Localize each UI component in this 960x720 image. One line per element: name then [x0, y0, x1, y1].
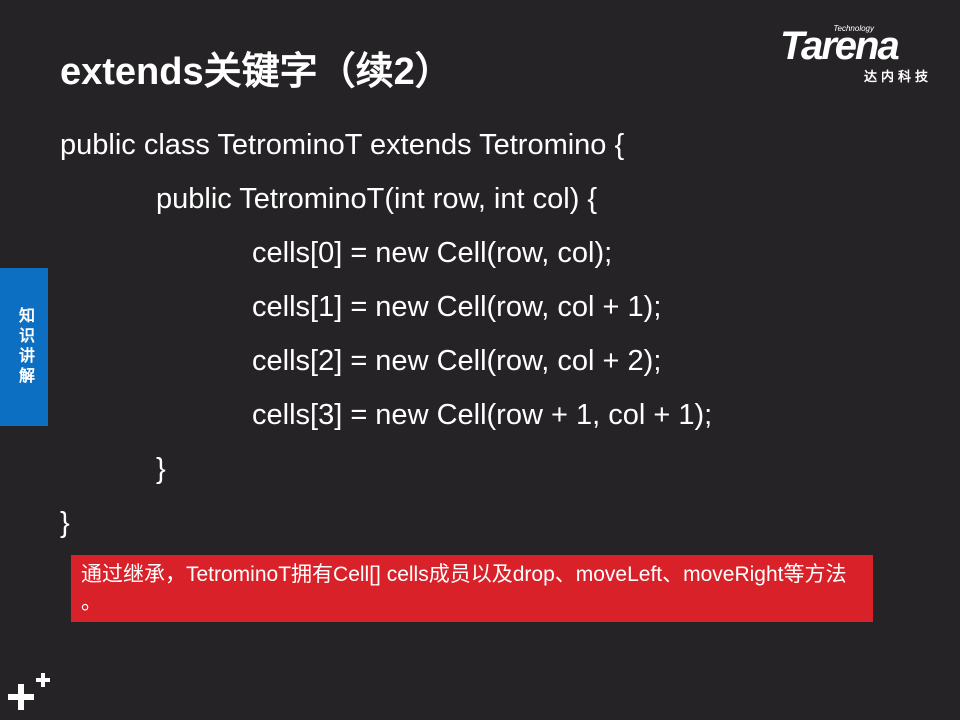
code-line: }: [156, 453, 166, 485]
logo-brand: Tarena: [780, 24, 900, 68]
code-line: cells[1] = new Cell(row, col + 1);: [252, 291, 662, 323]
side-tab-label: 知识讲解: [16, 307, 33, 387]
slide-title: extends关键字（续2）: [60, 51, 453, 93]
code-block: public class TetrominoT extends Tetromin…: [60, 118, 712, 550]
code-line: }: [60, 507, 70, 539]
logo-subtitle: 达内科技: [864, 69, 933, 84]
code-line: cells[2] = new Cell(row, col + 2);: [252, 345, 662, 377]
code-line: cells[3] = new Cell(row + 1, col + 1);: [252, 399, 713, 431]
code-line: public class TetrominoT extends Tetromin…: [60, 129, 625, 161]
tarena-logo: Technology Tarena 达内科技: [780, 22, 950, 84]
slide: extends关键字（续2） Technology Tarena 达内科技 知识…: [0, 0, 960, 720]
code-line: public TetrominoT(int row, int col) {: [156, 183, 598, 215]
plus-plus-icon: [8, 673, 50, 710]
note-box: 通过继承，TetrominoT拥有Cell[] cells成员以及drop、mo…: [71, 555, 873, 622]
side-tab: 知识讲解: [0, 268, 48, 426]
code-line: cells[0] = new Cell(row, col);: [252, 237, 613, 269]
